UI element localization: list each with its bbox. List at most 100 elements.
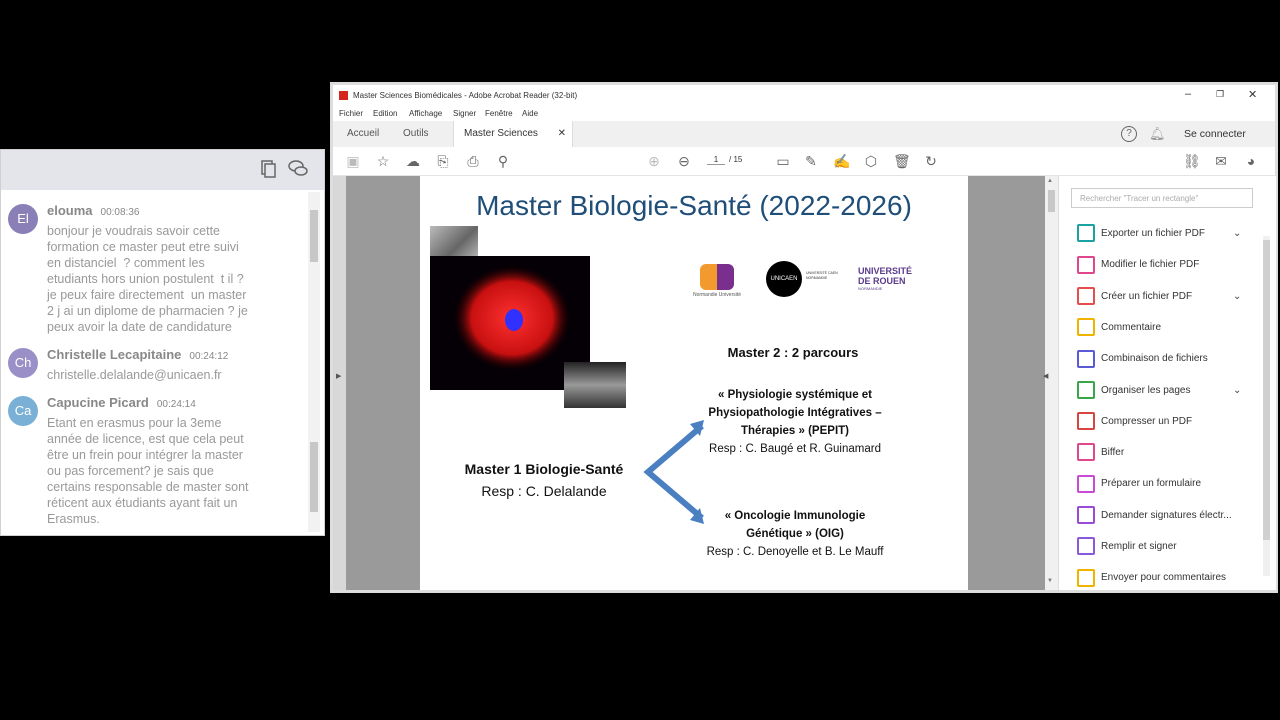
cloud-upload-icon[interactable]: ☁ bbox=[405, 153, 421, 169]
unicaen-logo: UNICAEN bbox=[766, 261, 802, 297]
tool-label: Compresser un PDF bbox=[1101, 415, 1193, 427]
menu-edition[interactable]: Edition bbox=[373, 109, 397, 118]
chevron-down-icon[interactable]: ⌄ bbox=[1233, 380, 1241, 402]
restore-icon[interactable]: ❐ bbox=[1216, 89, 1224, 100]
document-scrollbar[interactable]: ▲ ▼ bbox=[1045, 176, 1058, 590]
acrobat-window: Master Sciences Biomédicales - Adobe Acr… bbox=[330, 82, 1278, 593]
bell-icon[interactable]: 🔔︎ bbox=[1149, 126, 1166, 142]
title-bar: Master Sciences Biomédicales - Adobe Acr… bbox=[333, 85, 1275, 107]
window-title: Master Sciences Biomédicales - Adobe Acr… bbox=[353, 91, 578, 100]
parcours1-line2: Physiopathologie Intégratives – bbox=[708, 407, 882, 419]
tool-item[interactable]: Organiser les pages ⌄ bbox=[1077, 380, 1252, 402]
tool-item[interactable]: Créer un fichier PDF ⌄ bbox=[1077, 286, 1252, 308]
tool-label: Demander signatures électr... bbox=[1101, 509, 1232, 521]
master1-resp: Resp : C. Delalande bbox=[481, 483, 607, 499]
tab-outils[interactable]: Outils bbox=[389, 121, 443, 147]
tab-accueil[interactable]: Accueil bbox=[333, 121, 393, 147]
account-icon[interactable]: ◕ bbox=[1243, 153, 1259, 169]
tool-item[interactable]: Préparer un formulaire bbox=[1077, 473, 1252, 495]
help-icon[interactable]: ? bbox=[1121, 126, 1137, 142]
menu-bar: Fichier Edition Affichage Signer Fenêtre… bbox=[333, 107, 1275, 121]
chat-scrollbar[interactable] bbox=[308, 192, 320, 532]
tools-scrollbar[interactable] bbox=[1263, 236, 1270, 576]
tool-label: Exporter un fichier PDF bbox=[1101, 228, 1205, 239]
tool-item[interactable]: Exporter un fichier PDF ⌄ bbox=[1077, 223, 1252, 245]
collapse-pane-icon[interactable]: ◀ bbox=[1043, 372, 1048, 380]
tab-document[interactable]: Master Sciences Bio... ✕ bbox=[453, 121, 573, 165]
tab-bar: Accueil Outils Master Sciences Bio... ✕ … bbox=[333, 121, 1275, 165]
minimize-icon[interactable]: – bbox=[1185, 88, 1191, 100]
chevron-down-icon[interactable]: ⌄ bbox=[1233, 286, 1241, 308]
scroll-down-icon[interactable]: ▼ bbox=[1047, 578, 1053, 584]
tool-icon bbox=[1077, 255, 1095, 274]
tool-icon bbox=[1077, 380, 1095, 399]
sign-in-link[interactable]: Se connecter bbox=[1184, 121, 1246, 147]
copy-icon[interactable] bbox=[258, 159, 278, 179]
message-text: Etant en erasmus pour la 3eme année de l… bbox=[47, 416, 249, 526]
link-icon[interactable]: ⛓ bbox=[1183, 153, 1201, 169]
chat-bubbles-icon[interactable] bbox=[288, 158, 308, 178]
file-upload-icon[interactable]: ⎘ bbox=[435, 153, 451, 169]
tool-item[interactable]: Modifier le fichier PDF bbox=[1077, 254, 1252, 276]
avatar: El bbox=[8, 204, 38, 234]
rotate-icon[interactable]: ↻ bbox=[923, 153, 939, 169]
mail-icon[interactable]: ✉ bbox=[1213, 153, 1229, 169]
page-down-icon[interactable]: ⊖ bbox=[676, 153, 692, 169]
chat-header bbox=[1, 150, 324, 190]
acrobat-logo-icon bbox=[339, 91, 348, 100]
left-panel-toggle[interactable]: ▶ bbox=[333, 176, 346, 590]
tools-pane: ◀ Rechercher "Tracer un rectangle" Expor… bbox=[1043, 176, 1276, 590]
tool-label: Commentaire bbox=[1101, 321, 1162, 333]
sign-icon[interactable]: ✍ bbox=[833, 153, 850, 169]
unicaen-logo-subtitle: UNIVERSITÉ CAEN NORMANDIE bbox=[806, 271, 838, 280]
tool-item[interactable]: Compresser un PDF bbox=[1077, 411, 1252, 433]
close-icon[interactable]: ✕ bbox=[1248, 88, 1257, 101]
scroll-up-icon[interactable]: ▲ bbox=[1047, 178, 1053, 184]
expand-left-icon[interactable]: ▶ bbox=[336, 372, 341, 380]
tool-label: Préparer un formulaire bbox=[1101, 478, 1202, 490]
tool-icon bbox=[1077, 537, 1095, 556]
menu-fichier[interactable]: Fichier bbox=[339, 109, 363, 118]
tool-label: Remplir et signer bbox=[1101, 541, 1177, 552]
tool-icon bbox=[1077, 474, 1095, 493]
tool-item[interactable]: Combinaison de fichiers bbox=[1077, 348, 1252, 370]
scroll-thumb[interactable] bbox=[1048, 190, 1055, 212]
message-author: Christelle Lecapitaine 00:24:12 bbox=[47, 347, 229, 362]
tool-item[interactable]: Commentaire bbox=[1077, 317, 1252, 339]
parcours2-line2: Génétique » (OIG) bbox=[746, 528, 844, 540]
tab-close-icon[interactable]: ✕ bbox=[558, 121, 566, 147]
tool-item[interactable]: Biffer bbox=[1077, 442, 1252, 464]
tool-item[interactable]: Demander signatures électr... bbox=[1077, 505, 1252, 527]
avatar: Ca bbox=[8, 396, 38, 426]
page-total: / 15 bbox=[729, 155, 743, 164]
menu-aide[interactable]: Aide bbox=[522, 109, 538, 118]
star-icon[interactable]: ☆ bbox=[375, 153, 391, 169]
chat-panel: El elouma 00:08:36 bonjour je voudrais sa… bbox=[0, 149, 325, 536]
menu-fenetre[interactable]: Fenêtre bbox=[485, 109, 513, 118]
tool-icon bbox=[1077, 286, 1095, 305]
page-number-input[interactable]: 1 bbox=[707, 155, 725, 165]
menu-signer[interactable]: Signer bbox=[453, 109, 476, 118]
toolbar: ▣ ☆ ☁ ⎘ ⎙ ⚲ ⊕ ⊖ 1 / 15 ▭ ✎ ✍ ⬡ 🗑︎ ↻ ⛓ ✉ … bbox=[333, 147, 1275, 176]
scroll-thumb[interactable] bbox=[310, 442, 318, 512]
menu-affichage[interactable]: Affichage bbox=[409, 109, 442, 118]
page-up-icon[interactable]: ⊕ bbox=[646, 153, 662, 169]
chevron-down-icon[interactable]: ⌄ bbox=[1233, 223, 1241, 245]
highlight-icon[interactable]: ✎ bbox=[803, 153, 819, 169]
stamp-icon[interactable]: ⬡ bbox=[863, 153, 879, 169]
scroll-thumb[interactable] bbox=[1263, 240, 1270, 540]
tool-item[interactable]: Remplir et signer bbox=[1077, 536, 1252, 558]
delete-icon[interactable]: 🗑︎ bbox=[893, 153, 911, 169]
tools-search-input[interactable]: Rechercher "Tracer un rectangle" bbox=[1071, 188, 1253, 208]
print-icon[interactable]: ⎙ bbox=[465, 153, 481, 169]
zoom-icon[interactable]: ⚲ bbox=[495, 153, 511, 169]
parcours2-resp: Resp : C. Denoyelle et B. Le Mauff bbox=[706, 546, 884, 558]
tool-icon bbox=[1077, 443, 1095, 462]
scroll-thumb[interactable] bbox=[310, 210, 318, 262]
save-icon[interactable]: ▣ bbox=[345, 153, 361, 169]
tool-icon bbox=[1077, 412, 1095, 431]
comment-icon[interactable]: ▭ bbox=[775, 153, 791, 169]
message-author: Capucine Picard 00:24:14 bbox=[47, 395, 196, 410]
tool-item[interactable]: Envoyer pour commentaires bbox=[1077, 567, 1252, 589]
parcours2-line1: « Oncologie Immunologie bbox=[724, 510, 866, 522]
